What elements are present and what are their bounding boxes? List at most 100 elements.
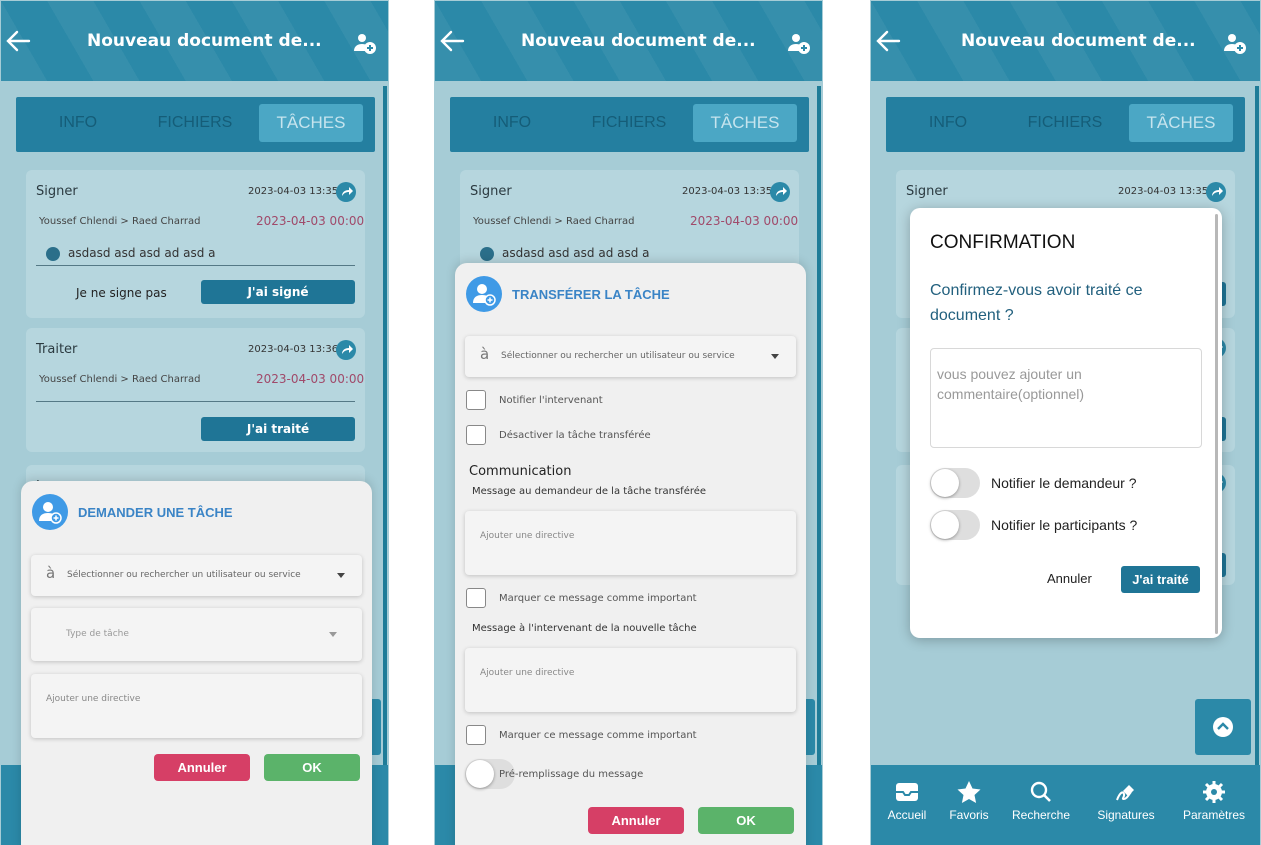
signed-button[interactable]: J'ai signé — [201, 280, 355, 304]
forward-icon[interactable] — [336, 340, 356, 360]
nav-label: Signatures — [1097, 808, 1155, 822]
task-assignees: Youssef Chlendi > Raed Charrad — [39, 374, 201, 385]
app-header: Nouveau document de... — [871, 1, 1260, 81]
cancel-button[interactable]: Annuler — [588, 807, 684, 834]
add-user-icon[interactable] — [1223, 31, 1247, 55]
screen-confirmation: Nouveau document de... INFO FICHIERS TÂC… — [870, 0, 1261, 845]
nav-accueil[interactable]: Accueil — [883, 780, 931, 822]
add-user-icon[interactable] — [353, 31, 377, 55]
notify-intervenant-checkbox[interactable] — [466, 390, 486, 410]
gear-icon — [1203, 781, 1225, 803]
dialog-scrollbar[interactable] — [1215, 214, 1218, 634]
chevron-down-icon — [771, 354, 779, 359]
sheet-title: TRANSFÉRER LA TÂCHE — [512, 287, 670, 302]
screen-transferer-tache: Nouveau document de... INFO FICHIERS TÂC… — [434, 0, 823, 845]
nav-recherche[interactable]: Recherche — [1009, 780, 1073, 822]
back-arrow-icon[interactable] — [875, 28, 901, 54]
scrollbar[interactable] — [383, 86, 387, 766]
nav-parametres[interactable]: Paramètres — [1176, 780, 1252, 822]
chevron-down-icon — [337, 573, 345, 578]
back-arrow-icon[interactable] — [439, 28, 465, 54]
forward-icon[interactable] — [770, 182, 790, 202]
task-type-placeholder: Type de tâche — [66, 629, 129, 639]
user-select[interactable]: à Sélectionner ou rechercher un utilisat… — [465, 336, 796, 377]
nav-signatures[interactable]: Signatures — [1092, 780, 1160, 822]
forward-icon[interactable] — [336, 182, 356, 202]
processed-button[interactable]: J'ai traité — [201, 417, 355, 441]
nav-favoris[interactable]: Favoris — [945, 780, 993, 822]
new-directive-input[interactable]: Ajouter une directive — [465, 648, 796, 712]
dialog-title: CONFIRMATION — [930, 232, 1076, 253]
chevron-right-icon: > — [120, 216, 132, 227]
tab-info[interactable]: INFO — [896, 104, 1000, 142]
task-title: Traiter — [36, 342, 78, 357]
chevron-down-icon — [329, 632, 337, 637]
tab-taches[interactable]: TÂCHES — [259, 104, 363, 142]
task-comment: asdasd asd asd ad asd a — [68, 246, 216, 260]
add-user-icon — [466, 276, 502, 312]
tab-info[interactable]: INFO — [460, 104, 564, 142]
task-title: Signer — [36, 184, 78, 199]
notify-intervenant-label: Notifier l'intervenant — [499, 395, 603, 406]
ok-button[interactable]: OK — [698, 807, 794, 834]
notify-requester-label: Notifier le demandeur ? — [991, 475, 1137, 491]
scrollbar[interactable] — [817, 86, 821, 766]
tab-fichiers[interactable]: FICHIERS — [577, 104, 681, 142]
important-label-2: Marquer ce message comme important — [499, 730, 697, 741]
search-icon — [1030, 781, 1051, 802]
tab-fichiers[interactable]: FICHIERS — [1013, 104, 1117, 142]
cancel-button[interactable]: Annuler — [154, 754, 250, 781]
requester-directive-input[interactable]: Ajouter une directive — [465, 511, 796, 575]
inbox-icon — [896, 783, 918, 801]
task-comment: asdasd asd asd ad asd a — [502, 246, 650, 260]
prefill-label: Pré-remplissage du message — [499, 769, 644, 780]
tab-taches[interactable]: TÂCHES — [1129, 104, 1233, 142]
directive-input[interactable]: Ajouter une directive — [31, 674, 362, 738]
processed-confirm-button[interactable]: J'ai traité — [1121, 566, 1200, 593]
app-header: Nouveau document de... — [1, 1, 388, 81]
scrollbar[interactable] — [1255, 86, 1259, 766]
tab-taches[interactable]: TÂCHES — [693, 104, 797, 142]
important-checkbox-1[interactable] — [466, 588, 486, 608]
task-to: Raed Charrad — [565, 216, 635, 227]
divider — [36, 401, 355, 402]
reject-sign-button[interactable]: Je ne signe pas — [76, 286, 167, 300]
nav-label: Recherche — [1011, 808, 1071, 822]
tab-fichiers[interactable]: FICHIERS — [143, 104, 247, 142]
dialog-question: Confirmez-vous avoir traité ce document … — [930, 282, 1143, 324]
back-arrow-icon[interactable] — [5, 28, 31, 54]
comment-textarea[interactable]: vous pouvez ajouter un commentaire(optio… — [930, 348, 1202, 448]
task-type-select[interactable]: Type de tâche — [31, 608, 362, 661]
add-user-icon[interactable] — [787, 31, 811, 55]
task-date: 2023-04-03 13:36 — [248, 344, 339, 355]
ok-button[interactable]: OK — [264, 754, 360, 781]
confirmation-dialog: CONFIRMATION Confirmez-vous avoir traité… — [910, 208, 1222, 638]
notify-requester-toggle[interactable] — [930, 468, 980, 498]
important-checkbox-2[interactable] — [466, 725, 486, 745]
chevron-up-icon — [1213, 717, 1233, 737]
screen-demander-tache: Nouveau document de... INFO FICHIERS TÂC… — [0, 0, 389, 845]
to-prefix: à — [46, 564, 56, 582]
task-from: Youssef Chlendi — [473, 216, 552, 227]
task-date: 2023-04-03 13:35 — [682, 186, 773, 197]
task-due-date: 2023-04-03 00:00 — [256, 214, 365, 228]
notify-participants-label: Notifier le participants ? — [991, 517, 1138, 533]
task-title: Signer — [470, 184, 512, 199]
scroll-top-button[interactable] — [1195, 699, 1251, 755]
comment-placeholder: vous pouvez ajouter un commentaire(optio… — [937, 366, 1085, 402]
tab-info[interactable]: INFO — [26, 104, 130, 142]
sheet-title: DEMANDER UNE TÂCHE — [78, 505, 233, 520]
cancel-button[interactable]: Annuler — [1047, 571, 1092, 586]
task-assignees: Youssef Chlendi > Raed Charrad — [39, 216, 201, 227]
disable-transferred-label: Désactiver la tâche transférée — [499, 430, 651, 441]
toggle-knob — [466, 760, 494, 788]
task-title: Signer — [906, 184, 948, 199]
nav-label: Paramètres — [1182, 808, 1246, 822]
tab-bar: INFO FICHIERS TÂCHES — [450, 97, 809, 152]
task-due-date: 2023-04-03 00:00 — [256, 372, 365, 386]
disable-transferred-checkbox[interactable] — [466, 425, 486, 445]
notify-participants-toggle[interactable] — [930, 510, 980, 540]
app-header: Nouveau document de... — [435, 1, 822, 81]
user-select[interactable]: à Sélectionner ou rechercher un utilisat… — [31, 555, 362, 596]
forward-icon[interactable] — [1206, 182, 1226, 202]
